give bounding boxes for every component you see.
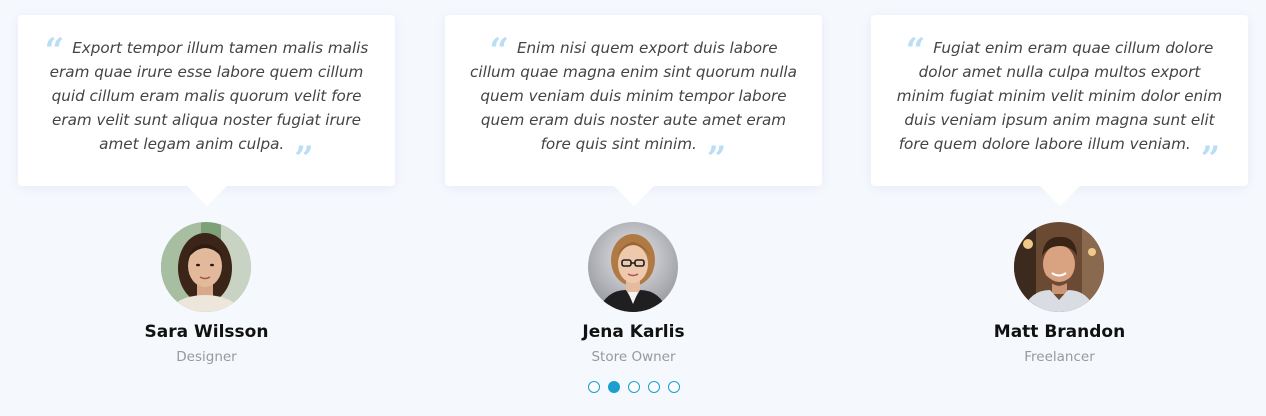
testimonial-quote-text: Fugiat enim eram quae cillum dolore dolo…	[896, 39, 1223, 153]
quote-right-icon: ”	[706, 139, 727, 179]
avatar	[1014, 222, 1104, 312]
testimonial-quote: “Fugiat enim eram quae cillum dolore dol…	[895, 31, 1224, 176]
testimonial-item: “Fugiat enim eram quae cillum dolore dol…	[871, 15, 1248, 365]
avatar	[588, 222, 678, 312]
testimonials-slider: “Export tempor illum tamen malis malis e…	[0, 0, 1266, 416]
testimonial-role: Designer	[176, 349, 237, 365]
carousel-pagination	[588, 381, 680, 393]
pagination-dot-active[interactable]	[608, 381, 620, 393]
quote-left-icon: “	[489, 31, 509, 71]
testimonial-name: Sara Wilsson	[144, 322, 269, 342]
testimonial-quote-text: Export tempor illum tamen malis malis er…	[49, 39, 369, 153]
testimonial-quote: “Enim nisi quem export duis labore cillu…	[469, 31, 798, 176]
quote-right-icon: ”	[294, 139, 314, 179]
quote-left-icon: “	[44, 31, 65, 71]
testimonial-item: “Enim nisi quem export duis labore cillu…	[445, 15, 822, 365]
testimonial-name: Jena Karlis	[582, 322, 685, 342]
testimonial-quote-text: Enim nisi quem export duis labore cillum…	[470, 39, 797, 153]
testimonial-item: “Export tempor illum tamen malis malis e…	[18, 15, 395, 365]
testimonial-bubble: “Export tempor illum tamen malis malis e…	[18, 15, 395, 206]
quote-right-icon: ”	[1200, 139, 1221, 179]
testimonial-bubble: “Enim nisi quem export duis labore cillu…	[445, 15, 822, 206]
pagination-dot[interactable]	[588, 381, 600, 393]
pagination-dot[interactable]	[668, 381, 680, 393]
testimonial-bubble: “Fugiat enim eram quae cillum dolore dol…	[871, 15, 1248, 206]
testimonial-quote: “Export tempor illum tamen malis malis e…	[42, 31, 371, 176]
testimonial-role: Freelancer	[1024, 349, 1095, 365]
pagination-dot[interactable]	[648, 381, 660, 393]
avatar	[161, 222, 251, 312]
pagination-dot[interactable]	[628, 381, 640, 393]
testimonial-name: Matt Brandon	[993, 322, 1126, 342]
quote-left-icon: “	[905, 31, 926, 71]
testimonial-role: Store Owner	[591, 349, 676, 365]
